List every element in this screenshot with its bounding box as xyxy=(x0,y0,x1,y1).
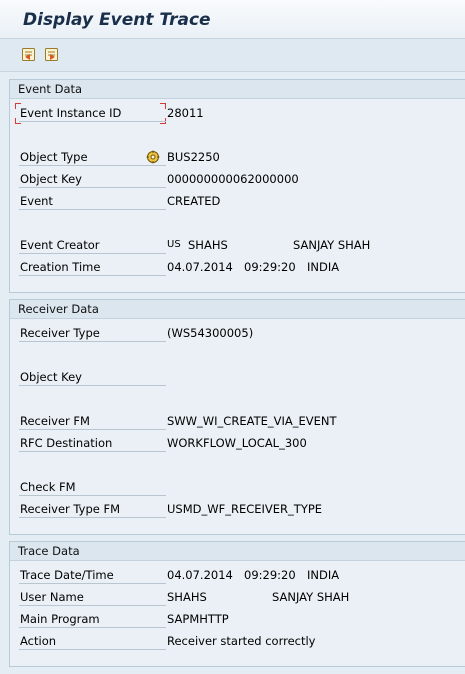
user-name-label: User Name xyxy=(19,588,166,606)
event-label: Event xyxy=(19,192,166,210)
receiver-type-fm-label: Receiver Type FM xyxy=(19,500,166,518)
event-creator-type: US xyxy=(167,239,181,250)
receiver-data-group: Receiver Data Receiver Type (WS54300005)… xyxy=(9,299,465,535)
title-bar: Display Event Trace xyxy=(0,0,465,39)
receiver-type-value: (WS54300005) xyxy=(167,326,254,340)
event-value: CREATED xyxy=(167,194,221,208)
user-full-name-value: SANJAY SHAH xyxy=(272,590,350,604)
trace-data-header: Trace Data xyxy=(10,542,465,561)
creation-timezone-value: INDIA xyxy=(307,260,340,274)
receiver-data-header: Receiver Data xyxy=(10,300,465,319)
object-key-value: 000000000062000000 xyxy=(167,172,299,186)
action-value: Receiver started correctly xyxy=(167,634,316,648)
trace-timezone-value: INDIA xyxy=(307,568,340,582)
next-entry-icon[interactable] xyxy=(42,45,60,63)
rfc-destination-label: RFC Destination xyxy=(19,434,166,452)
page-title: Display Event Trace xyxy=(23,10,211,30)
object-type-display-icon[interactable] xyxy=(146,150,160,169)
event-instance-id-label[interactable]: Event Instance ID xyxy=(19,104,166,122)
object-key-label: Object Key xyxy=(19,170,166,188)
receiver-fm-value: SWW_WI_CREATE_VIA_EVENT xyxy=(167,414,337,428)
receiver-type-label: Receiver Type xyxy=(19,324,166,342)
event-creator-label: Event Creator xyxy=(19,236,166,254)
trace-time-value: 09:29:20 xyxy=(244,568,296,582)
application-toolbar xyxy=(0,39,465,72)
rfc-destination-value: WORKFLOW_LOCAL_300 xyxy=(167,436,307,450)
check-fm-label: Check FM xyxy=(19,478,166,496)
previous-entry-icon[interactable] xyxy=(19,45,37,63)
creation-time-label: Creation Time xyxy=(19,258,166,276)
main-program-label: Main Program xyxy=(19,610,166,628)
receiver-type-fm-value: USMD_WF_RECEIVER_TYPE xyxy=(167,502,323,516)
event-instance-id-value: 28011 xyxy=(167,106,204,120)
action-label: Action xyxy=(19,632,166,650)
receiver-fm-label: Receiver FM xyxy=(19,412,166,430)
object-type-label: Object Type xyxy=(19,148,166,166)
main-program-value: SAPMHTTP xyxy=(167,612,229,626)
event-creator-id: SHAHS xyxy=(188,238,228,252)
event-data-group: Event Data Event Instance ID 28011 Objec… xyxy=(9,79,465,293)
event-creator-name: SANJAY SHAH xyxy=(293,238,371,252)
receiver-object-key-label: Object Key xyxy=(19,368,166,386)
user-id-value: SHAHS xyxy=(167,590,207,604)
event-data-header: Event Data xyxy=(10,80,465,99)
creation-date-value: 04.07.2014 xyxy=(167,260,233,274)
trace-data-group: Trace Data Trace Date/Time 04.07.2014 09… xyxy=(9,541,465,667)
creation-time-value: 09:29:20 xyxy=(244,260,296,274)
trace-date-value: 04.07.2014 xyxy=(167,568,233,582)
object-type-value: BUS2250 xyxy=(167,150,220,164)
trace-datetime-label: Trace Date/Time xyxy=(19,566,166,584)
